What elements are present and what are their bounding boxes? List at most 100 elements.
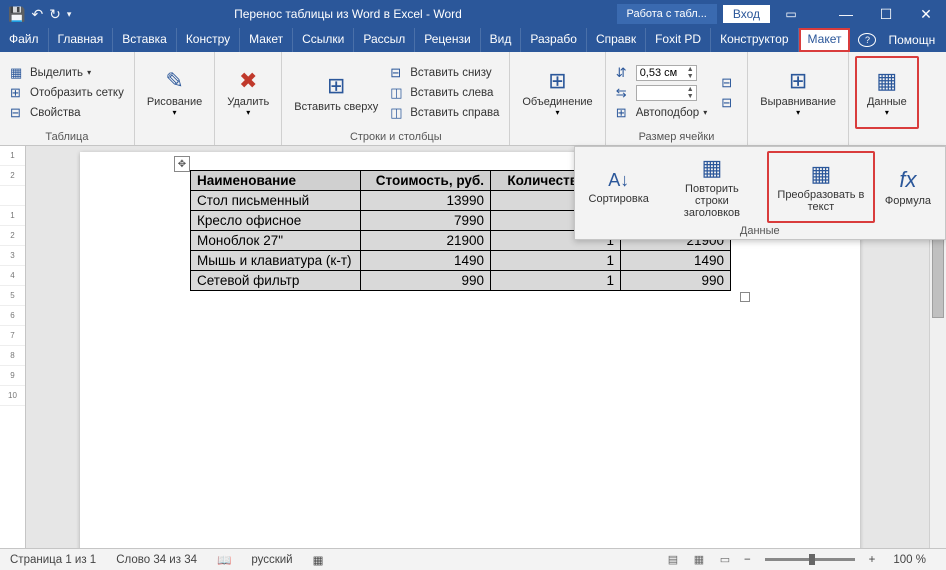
table-cell[interactable]: 1 — [491, 251, 621, 271]
read-mode-button[interactable]: ▤ — [662, 551, 684, 569]
draw-table-button[interactable]: ✎ Рисование ▾ — [141, 56, 208, 129]
repeat-header-rows-button[interactable]: ▦ Повторить строки заголовков — [659, 151, 765, 223]
table-cell[interactable]: Мышь и клавиатура (к-т) — [191, 251, 361, 271]
tab-table-layout[interactable]: Макет — [799, 28, 851, 52]
insert-left-button[interactable]: ◫Вставить слева — [386, 83, 503, 103]
show-gridlines-button[interactable]: ⊞Отобразить сетку — [6, 83, 128, 103]
merge-button[interactable]: ⊞ Объединение ▾ — [516, 56, 598, 129]
insert-left-icon: ◫ — [390, 85, 406, 101]
row-height-control[interactable]: ⇵▲▼ — [612, 63, 712, 83]
insert-below-icon: ⊟ — [390, 65, 406, 81]
tab-file[interactable]: Файл — [0, 28, 49, 52]
undo-icon[interactable]: ↶ — [31, 6, 43, 23]
maximize-button[interactable]: ☐ — [866, 0, 906, 28]
properties-icon: ⊟ — [10, 105, 26, 121]
alignment-button[interactable]: ⊞ Выравнивание ▾ — [754, 56, 842, 129]
group-cell-size: ⇵▲▼ ⇆▲▼ ⊞Автоподбор ▾ ⊟ ⊟ Размер ячейки — [606, 52, 749, 145]
merge-icon: ⊞ — [548, 68, 566, 94]
redo-icon[interactable]: ↻ — [49, 6, 61, 23]
convert-icon: ▦ — [811, 161, 832, 187]
delete-icon: ✖ — [239, 68, 257, 94]
table-cell[interactable]: 7990 — [361, 211, 491, 231]
close-button[interactable]: ✕ — [906, 0, 946, 28]
row-height-icon: ⇵ — [616, 65, 632, 81]
convert-to-text-button[interactable]: ▦ Преобразовать в текст — [767, 151, 875, 223]
tab-review[interactable]: Рецензи — [415, 28, 480, 52]
macro-record-button[interactable]: ▦ — [303, 553, 334, 567]
dropdown-group-label: Данные — [581, 223, 939, 239]
window-title: Перенос таблицы из Word в Excel - Word — [79, 7, 616, 21]
help-icon: ? — [858, 33, 876, 47]
zoom-in-button[interactable]: + — [865, 554, 880, 566]
insert-right-button[interactable]: ◫Вставить справа — [386, 103, 503, 123]
table-cell[interactable]: 21900 — [361, 231, 491, 251]
table-cell[interactable]: 13990 — [361, 191, 491, 211]
login-button[interactable]: Вход — [723, 5, 770, 23]
tab-design[interactable]: Констру — [177, 28, 240, 52]
tab-help[interactable]: Справк — [587, 28, 646, 52]
properties-button[interactable]: ⊟Свойства — [6, 103, 128, 123]
table-cell[interactable]: Сетевой фильтр — [191, 271, 361, 291]
language-button[interactable]: русский — [241, 554, 302, 566]
tab-table-design[interactable]: Конструктор — [711, 28, 798, 52]
table-header-cost[interactable]: Стоимость, руб. — [361, 171, 491, 191]
table-row[interactable]: Сетевой фильтр9901990 — [191, 271, 731, 291]
table-move-handle[interactable]: ✥ — [174, 156, 190, 172]
table-cell[interactable]: Моноблок 27" — [191, 231, 361, 251]
zoom-level[interactable]: 100 % — [883, 554, 936, 566]
minimize-button[interactable]: — — [826, 0, 866, 28]
row-height-input[interactable] — [637, 66, 685, 80]
data-dropdown-panel: A↓ Сортировка ▦ Повторить строки заголов… — [574, 146, 946, 240]
tell-me-button[interactable]: ?Помощн — [850, 28, 946, 52]
group-merge: ⊞ Объединение ▾ — [510, 52, 605, 145]
table-row[interactable]: Мышь и клавиатура (к-т)149011490 — [191, 251, 731, 271]
vertical-ruler[interactable]: 1212345678910 — [0, 146, 26, 548]
table-cell[interactable]: 1490 — [621, 251, 731, 271]
web-layout-button[interactable]: ▭ — [714, 551, 736, 569]
distribute-rows-icon: ⊟ — [721, 75, 737, 91]
tab-layout[interactable]: Макет — [240, 28, 293, 52]
gridlines-icon: ⊞ — [10, 85, 26, 101]
distribute-rows-button[interactable]: ⊟ — [717, 73, 741, 93]
table-resize-handle[interactable] — [740, 292, 750, 302]
distribute-cols-button[interactable]: ⊟ — [717, 93, 741, 113]
save-icon[interactable]: 💾 — [8, 6, 25, 23]
data-icon: ▦ — [876, 68, 897, 94]
ribbon-options-icon[interactable]: ▭ — [776, 7, 806, 21]
insert-above-button[interactable]: ⊞ Вставить сверху — [288, 56, 384, 129]
word-count[interactable]: Слово 34 из 34 — [106, 554, 207, 566]
autofit-button[interactable]: ⊞Автоподбор ▾ — [612, 103, 712, 123]
table-cell[interactable]: 1490 — [361, 251, 491, 271]
data-dropdown-button[interactable]: ▦ Данные ▾ — [855, 56, 919, 129]
insert-below-button[interactable]: ⊟Вставить снизу — [386, 63, 503, 83]
tab-developer[interactable]: Разрабо — [521, 28, 587, 52]
qat-dropdown-icon[interactable]: ▾ — [67, 9, 72, 20]
table-header-name[interactable]: Наименование — [191, 171, 361, 191]
group-draw: ✎ Рисование ▾ — [135, 52, 215, 145]
spellcheck-button[interactable]: 📖 — [207, 553, 241, 567]
table-cell[interactable]: 1 — [491, 271, 621, 291]
zoom-slider[interactable] — [765, 558, 855, 561]
delete-button[interactable]: ✖ Удалить ▾ — [221, 56, 275, 129]
table-tools-context-tab[interactable]: Работа с табл... — [617, 4, 717, 24]
tab-mailings[interactable]: Рассыл — [354, 28, 415, 52]
zoom-out-button[interactable]: − — [740, 554, 755, 566]
title-bar: 💾 ↶ ↻ ▾ Перенос таблицы из Word в Excel … — [0, 0, 946, 28]
col-width-control[interactable]: ⇆▲▼ — [612, 83, 712, 103]
tab-foxit[interactable]: Foxit PD — [646, 28, 711, 52]
print-layout-button[interactable]: ▦ — [688, 551, 710, 569]
table-cell[interactable]: Кресло офисное — [191, 211, 361, 231]
tab-home[interactable]: Главная — [49, 28, 114, 52]
tab-insert[interactable]: Вставка — [113, 28, 177, 52]
table-cell[interactable]: 990 — [621, 271, 731, 291]
table-cell[interactable]: 990 — [361, 271, 491, 291]
page-count[interactable]: Страница 1 из 1 — [0, 554, 106, 566]
ribbon: ▦Выделить ▾ ⊞Отобразить сетку ⊟Свойства … — [0, 52, 946, 146]
select-button[interactable]: ▦Выделить ▾ — [6, 63, 128, 83]
tab-view[interactable]: Вид — [481, 28, 522, 52]
tab-references[interactable]: Ссылки — [293, 28, 354, 52]
table-cell[interactable]: Стол письменный — [191, 191, 361, 211]
col-width-input[interactable] — [637, 86, 685, 100]
sort-button[interactable]: A↓ Сортировка — [581, 151, 657, 223]
formula-button[interactable]: fx Формула — [877, 151, 939, 223]
